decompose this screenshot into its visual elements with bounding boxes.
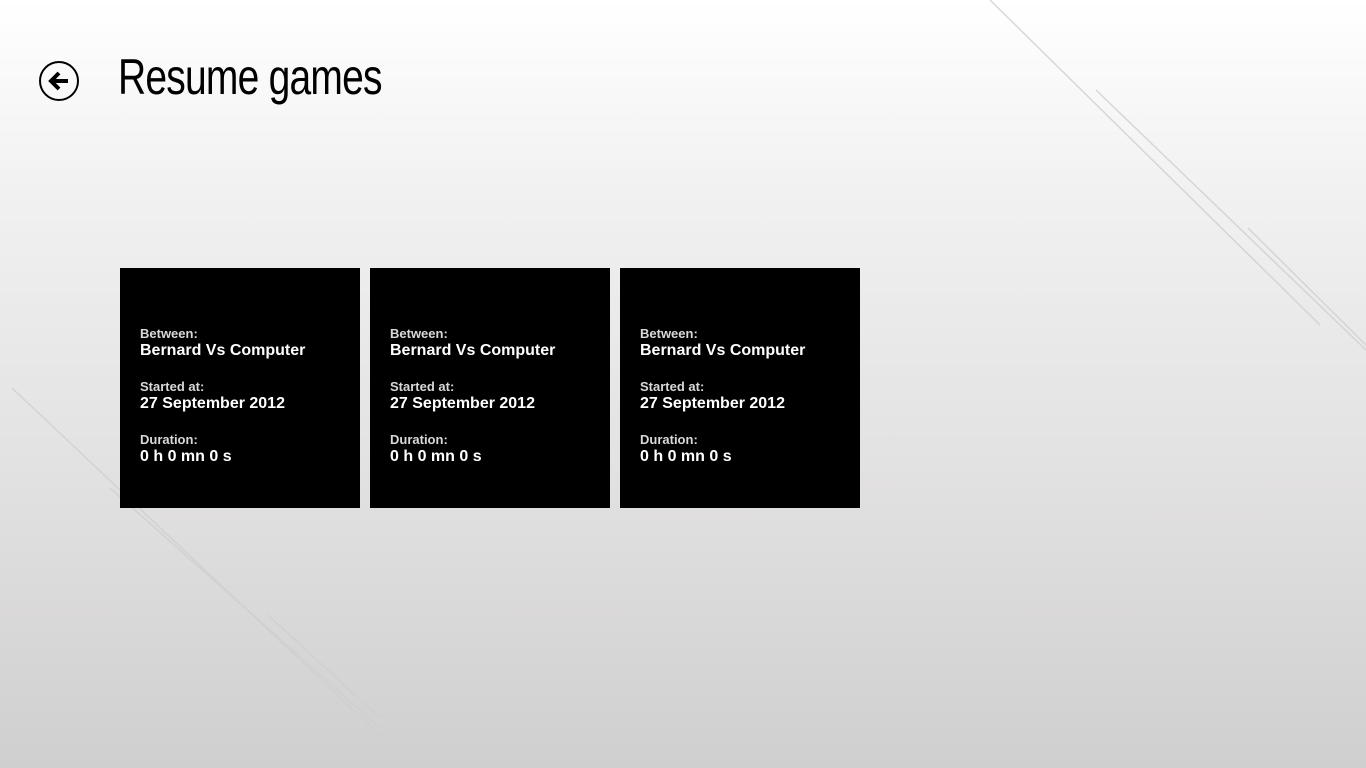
- started-field: Started at: 27 September 2012: [640, 380, 840, 413]
- duration-label: Duration:: [390, 432, 448, 447]
- started-field: Started at: 27 September 2012: [390, 380, 590, 413]
- started-value: 27 September 2012: [140, 395, 285, 412]
- started-field: Started at: 27 September 2012: [140, 380, 340, 413]
- game-tile[interactable]: Between: Bernard Vs Computer Started at:…: [120, 268, 360, 508]
- players-value: Bernard Vs Computer: [390, 342, 556, 359]
- players-field: Between: Bernard Vs Computer: [640, 327, 840, 360]
- between-label: Between:: [640, 326, 698, 341]
- duration-value: 0 h 0 mn 0 s: [640, 448, 732, 465]
- page-title: Resume games: [118, 49, 383, 105]
- between-label: Between:: [390, 326, 448, 341]
- started-value: 27 September 2012: [640, 395, 785, 412]
- back-button[interactable]: [38, 60, 80, 102]
- started-label: Started at:: [390, 379, 455, 394]
- started-label: Started at:: [640, 379, 705, 394]
- game-tiles: Between: Bernard Vs Computer Started at:…: [120, 268, 860, 508]
- duration-value: 0 h 0 mn 0 s: [140, 448, 232, 465]
- players-field: Between: Bernard Vs Computer: [390, 327, 590, 360]
- duration-label: Duration:: [140, 432, 198, 447]
- players-value: Bernard Vs Computer: [140, 342, 306, 359]
- players-field: Between: Bernard Vs Computer: [140, 327, 340, 360]
- started-label: Started at:: [140, 379, 205, 394]
- duration-field: Duration: 0 h 0 mn 0 s: [140, 433, 340, 466]
- between-label: Between:: [140, 326, 198, 341]
- duration-field: Duration: 0 h 0 mn 0 s: [640, 433, 840, 466]
- duration-label: Duration:: [640, 432, 698, 447]
- players-value: Bernard Vs Computer: [640, 342, 806, 359]
- duration-field: Duration: 0 h 0 mn 0 s: [390, 433, 590, 466]
- started-value: 27 September 2012: [390, 395, 535, 412]
- game-tile[interactable]: Between: Bernard Vs Computer Started at:…: [370, 268, 610, 508]
- arrow-left-circle-icon: [39, 61, 79, 101]
- game-tile[interactable]: Between: Bernard Vs Computer Started at:…: [620, 268, 860, 508]
- duration-value: 0 h 0 mn 0 s: [390, 448, 482, 465]
